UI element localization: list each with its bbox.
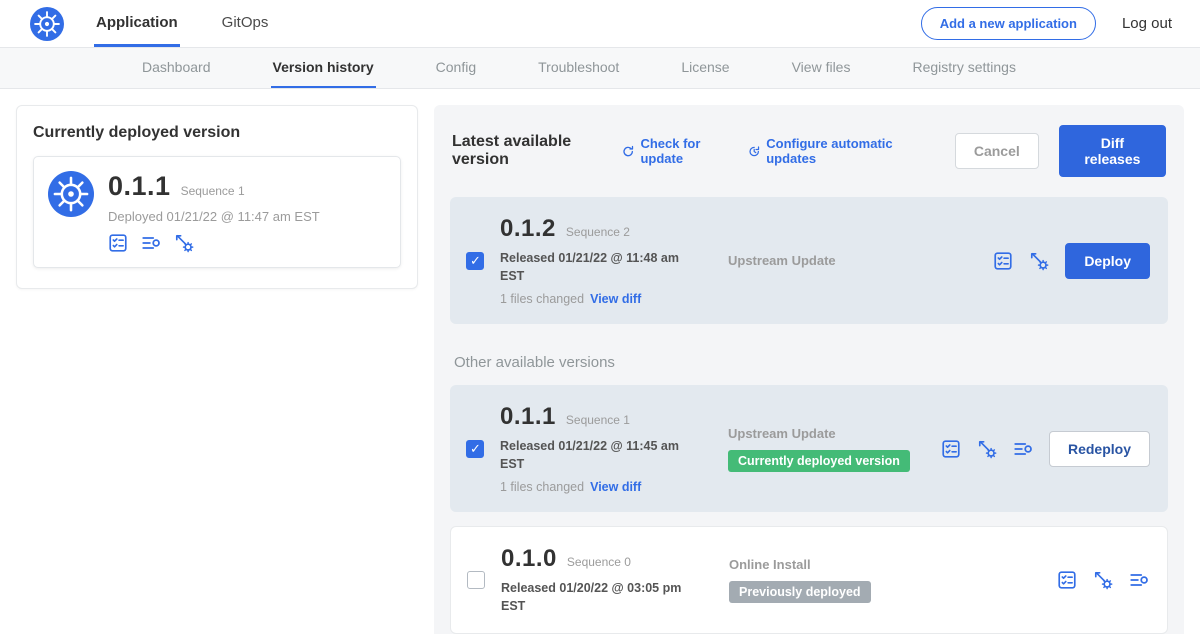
version-row-0-1-0: 0.1.0 Sequence 0 Released 01/20/22 @ 03:… [450,526,1168,634]
refresh-icon [622,144,634,159]
sequence-label: Sequence 0 [567,555,631,569]
released-timestamp: Released 01/21/22 @ 11:45 am EST [500,438,690,473]
diff-releases-button[interactable]: Diff releases [1059,125,1166,177]
previously-deployed-badge: Previously deployed [729,581,871,603]
tab-application[interactable]: Application [94,0,180,47]
released-timestamp: Released 01/20/22 @ 03:05 pm EST [501,580,691,615]
release-notes-icon[interactable] [108,233,128,253]
configure-automatic-updates-label: Configure automatic updates [766,136,915,166]
deploy-logs-icon[interactable] [1013,439,1033,459]
kubernetes-logo-icon [48,171,94,217]
configure-automatic-updates-link[interactable]: Configure automatic updates [748,136,915,166]
version-row-0-1-2: 0.1.2 Sequence 2 Released 01/21/22 @ 11:… [450,197,1168,324]
deploy-logs-icon[interactable] [141,233,161,253]
version-checkbox[interactable] [467,571,485,589]
redeploy-button[interactable]: Redeploy [1049,431,1150,467]
top-navigation: Application GitOps Add a new application… [0,0,1200,48]
subnav-item-config[interactable]: Config [434,48,478,88]
subnav-item-dashboard[interactable]: Dashboard [140,48,213,88]
subnav-item-registry-settings[interactable]: Registry settings [910,48,1017,88]
subnav-item-license[interactable]: License [679,48,731,88]
released-timestamp: Released 01/21/22 @ 11:48 am EST [500,250,690,285]
deployed-version-card: 0.1.1 Sequence 1 Deployed 01/21/22 @ 11:… [33,156,401,268]
version-checkbox[interactable] [466,252,484,270]
view-diff-link[interactable]: View diff [590,292,641,306]
deployed-timestamp: Deployed 01/21/22 @ 11:47 am EST [108,209,320,224]
subnav-item-view-files[interactable]: View files [790,48,853,88]
application-subnav: Dashboard Version history Config Trouble… [0,48,1200,89]
latest-available-title: Latest available version [452,133,602,169]
cancel-button[interactable]: Cancel [955,133,1039,169]
deployed-sequence-label: Sequence 1 [181,184,245,198]
release-notes-icon[interactable] [993,251,1013,271]
config-icon[interactable] [1029,251,1049,271]
currently-deployed-badge: Currently deployed version [728,450,910,472]
add-new-application-button[interactable]: Add a new application [921,7,1096,40]
clock-icon [748,144,760,159]
version-source-label: Upstream Update [728,426,836,441]
subnav-item-troubleshoot[interactable]: Troubleshoot [536,48,621,88]
config-icon[interactable] [977,439,997,459]
sequence-label: Sequence 1 [566,413,630,427]
config-icon[interactable] [174,233,194,253]
version-number: 0.1.1 [500,403,556,431]
currently-deployed-title: Currently deployed version [33,124,401,142]
logout-link[interactable]: Log out [1122,15,1172,32]
version-source-label: Online Install [729,557,811,572]
version-number: 0.1.2 [500,215,556,243]
currently-deployed-panel: Currently deployed version 0.1.1 Sequenc… [16,105,418,289]
config-icon[interactable] [1093,570,1113,590]
sequence-label: Sequence 2 [566,225,630,239]
deployed-version-number: 0.1.1 [108,171,171,202]
release-notes-icon[interactable] [941,439,961,459]
tab-gitops-label: GitOps [222,14,269,31]
files-changed-label: 1 files changed [500,292,584,306]
subnav-item-version-history[interactable]: Version history [271,48,376,88]
tab-application-label: Application [96,14,178,31]
version-history-panel: Latest available version Check for updat… [434,105,1184,634]
tab-gitops[interactable]: GitOps [220,0,271,47]
main-content: Currently deployed version 0.1.1 Sequenc… [0,89,1200,634]
deploy-logs-icon[interactable] [1129,570,1149,590]
other-versions-title: Other available versions [454,354,1168,371]
check-for-update-link[interactable]: Check for update [622,136,728,166]
version-number: 0.1.0 [501,545,557,573]
kubernetes-logo-icon [30,7,64,41]
files-changed-label: 1 files changed [500,480,584,494]
version-source-label: Upstream Update [728,253,836,268]
release-notes-icon[interactable] [1057,570,1077,590]
app-logo [30,0,64,47]
version-row-0-1-1: 0.1.1 Sequence 1 Released 01/21/22 @ 11:… [450,385,1168,512]
version-checkbox[interactable] [466,440,484,458]
view-diff-link[interactable]: View diff [590,480,641,494]
check-for-update-label: Check for update [640,136,727,166]
deploy-button[interactable]: Deploy [1065,243,1150,279]
